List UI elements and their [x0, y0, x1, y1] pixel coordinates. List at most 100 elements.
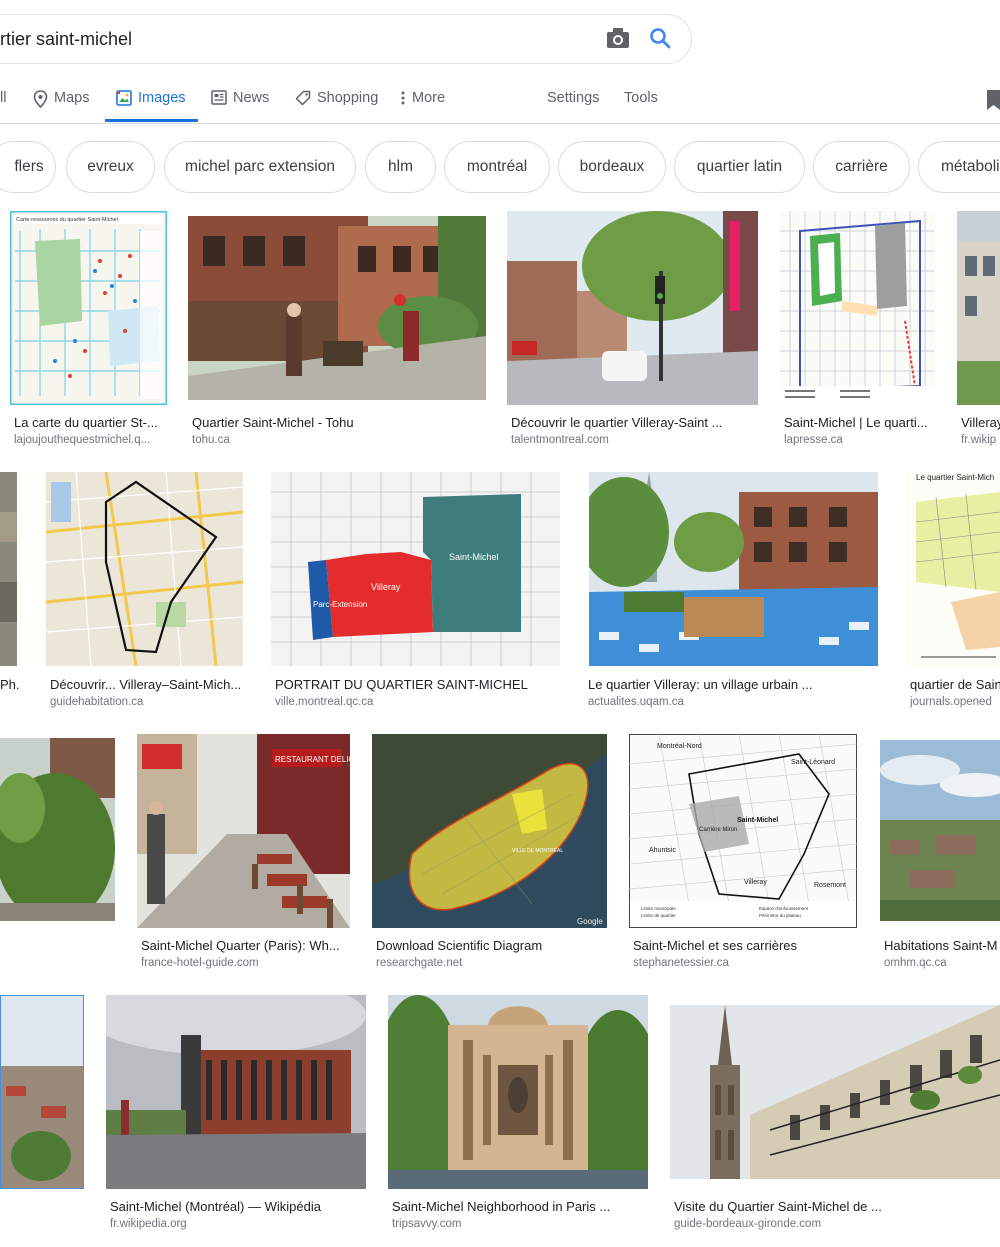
street-photo-thumbnail	[589, 472, 878, 666]
result-image[interactable]	[880, 740, 1000, 921]
result-image[interactable]: Montréal-Nord Saint-Léonard Saint-Michel…	[629, 734, 857, 928]
tab-all[interactable]: ll	[0, 86, 6, 124]
result-image[interactable]	[46, 472, 243, 666]
villeray-label: Villeray	[744, 879, 767, 886]
camera-icon[interactable]	[606, 27, 630, 49]
result-title[interactable]: Saint-Michel | Le quarti...	[784, 415, 934, 430]
result-title[interactable]: Saint-Michel Quarter (Paris): Wh...	[141, 938, 351, 953]
result-title[interactable]: Habitations Saint-M	[884, 938, 1000, 953]
tab-settings-label: Settings	[547, 90, 600, 106]
image-icon	[116, 90, 132, 106]
result-image[interactable]	[0, 472, 17, 666]
tab-settings[interactable]: Settings	[547, 86, 599, 124]
result-source: lapresse.ca	[784, 434, 843, 446]
result-title[interactable]: Villeray	[961, 415, 1000, 430]
chip-label: michel parc extension	[185, 158, 335, 175]
tab-shopping-label: Shopping	[317, 90, 379, 106]
result-title[interactable]: Visite du Quartier Saint-Michel de ...	[674, 1199, 1000, 1214]
tag-icon	[295, 90, 311, 106]
result-image[interactable]	[589, 472, 878, 666]
building-photo-thumbnail	[106, 995, 366, 1189]
result-image[interactable]	[388, 995, 648, 1189]
result-title[interactable]: Découvrir... Villeray–Saint-Mich...	[50, 677, 245, 692]
result-title[interactable]: Download Scientific Diagram	[376, 938, 606, 953]
street-photo-thumbnail: RESTAURANT DELICE	[137, 734, 350, 928]
result-image[interactable]	[780, 211, 935, 405]
aerial-photo-thumbnail	[1, 996, 83, 1188]
map-pin-icon	[33, 90, 48, 108]
building-photo-thumbnail	[670, 1005, 1000, 1179]
result-title[interactable]: Découvrir le quartier Villeray-Saint ...	[511, 415, 756, 430]
chip-label: métaboli	[941, 158, 1000, 175]
result-source: stephanetessier.ca	[633, 957, 729, 969]
result-image[interactable]: Villeray Saint-Michel Parc-Extension	[271, 472, 560, 666]
chip-evreux[interactable]: evreux	[66, 141, 155, 193]
rosemont-label: Rosemont	[814, 882, 846, 889]
result-source: ville.montreal.qc.ca	[275, 696, 374, 708]
result-title[interactable]: Saint-Michel Neighborhood in Paris ...	[392, 1199, 648, 1214]
tab-tools[interactable]: Tools	[624, 86, 658, 124]
legend-item: Limite de quartier	[641, 913, 676, 918]
legend-item: Limite municipale	[641, 906, 676, 911]
chip-montreal[interactable]: montréal	[444, 141, 550, 193]
result-image[interactable]	[957, 211, 1000, 405]
result-source: journals.opened	[910, 696, 992, 708]
result-title[interactable]: Quartier Saint-Michel - Tohu	[192, 415, 482, 430]
result-title[interactable]: Le quartier Villeray: un village urbain …	[588, 677, 878, 692]
search-icon[interactable]	[648, 26, 672, 50]
result-image[interactable]	[0, 995, 84, 1189]
result-title[interactable]: Ph...	[0, 677, 20, 692]
result-source: actualites.uqam.ca	[588, 696, 684, 708]
result-title[interactable]: Saint-Michel (Montréal) — Wikipédia	[110, 1199, 366, 1214]
result-source: tohu.ca	[192, 434, 230, 446]
result-image[interactable]	[0, 738, 115, 921]
legend-item: Espace d'enfouissement	[759, 906, 809, 911]
result-image[interactable]	[188, 216, 486, 400]
result-image[interactable]: RESTAURANT DELICE	[137, 734, 350, 928]
chip-label: carrière	[835, 158, 888, 175]
chip-carriere[interactable]: carrière	[813, 141, 910, 193]
map-thumbnail: Le quartier Saint-Mich	[906, 472, 1000, 666]
map-thumbnail	[780, 211, 935, 405]
result-image[interactable]: Le quartier Saint-Mich	[906, 472, 1000, 666]
tab-news-label: News	[233, 90, 270, 106]
tab-images-label: Images	[138, 90, 186, 106]
search-input[interactable]: rtier saint-michel	[0, 29, 132, 50]
result-title[interactable]: quartier de Sain	[910, 677, 1000, 692]
aerial-photo-thumbnail	[0, 472, 17, 666]
chip-michel-parc-extension[interactable]: michel parc extension	[164, 141, 356, 193]
chip-bordeaux[interactable]: bordeaux	[558, 141, 666, 193]
result-source: guidehabitation.ca	[50, 696, 144, 708]
google-watermark: Google	[577, 917, 603, 926]
city-label: VILLE DE MONTRÉAL	[512, 847, 563, 854]
carriere-miron-label: Carrière Miron	[699, 827, 737, 833]
result-image[interactable]	[507, 211, 758, 405]
tab-shopping[interactable]: Shopping	[295, 86, 378, 124]
tab-more[interactable]: More	[400, 86, 445, 124]
tab-news[interactable]: News	[211, 86, 269, 124]
chip-label: quartier latin	[696, 158, 783, 175]
result-title[interactable]: PORTRAIT DU QUARTIER SAINT-MICHEL	[275, 677, 560, 692]
result-image[interactable]: VILLE DE MONTRÉAL Google	[372, 734, 607, 928]
result-image[interactable]	[106, 995, 366, 1189]
saint-michel-label: Saint-Michel	[737, 817, 778, 824]
tab-maps[interactable]: Maps	[33, 86, 89, 124]
chip-metaboli[interactable]: métaboli	[918, 141, 1000, 193]
result-image[interactable]	[670, 1005, 1000, 1179]
result-title[interactable]: La carte du quartier St-...	[14, 415, 164, 430]
parc-extension-label: Parc-Extension	[313, 600, 367, 609]
saint-michel-label: Saint-Michel	[449, 552, 499, 562]
journal-map-header: Le quartier Saint-Mich	[916, 473, 994, 482]
result-image[interactable]: Carte-ressources du quartier Saint-Miche…	[10, 211, 167, 405]
active-tab-indicator	[105, 119, 198, 122]
chip-label: evreux	[87, 158, 134, 175]
street-photo-thumbnail	[0, 738, 115, 921]
bookmark-icon[interactable]	[987, 90, 1000, 110]
chip-hlm[interactable]: hlm	[365, 141, 436, 193]
result-source: france-hotel-guide.com	[141, 957, 259, 969]
aerial-photo-thumbnail	[880, 740, 1000, 921]
chip-flers[interactable]: flers	[0, 141, 56, 193]
chip-quartier-latin[interactable]: quartier latin	[674, 141, 805, 193]
more-vert-icon	[401, 91, 405, 105]
result-title[interactable]: Saint-Michel et ses carrières	[633, 938, 858, 953]
